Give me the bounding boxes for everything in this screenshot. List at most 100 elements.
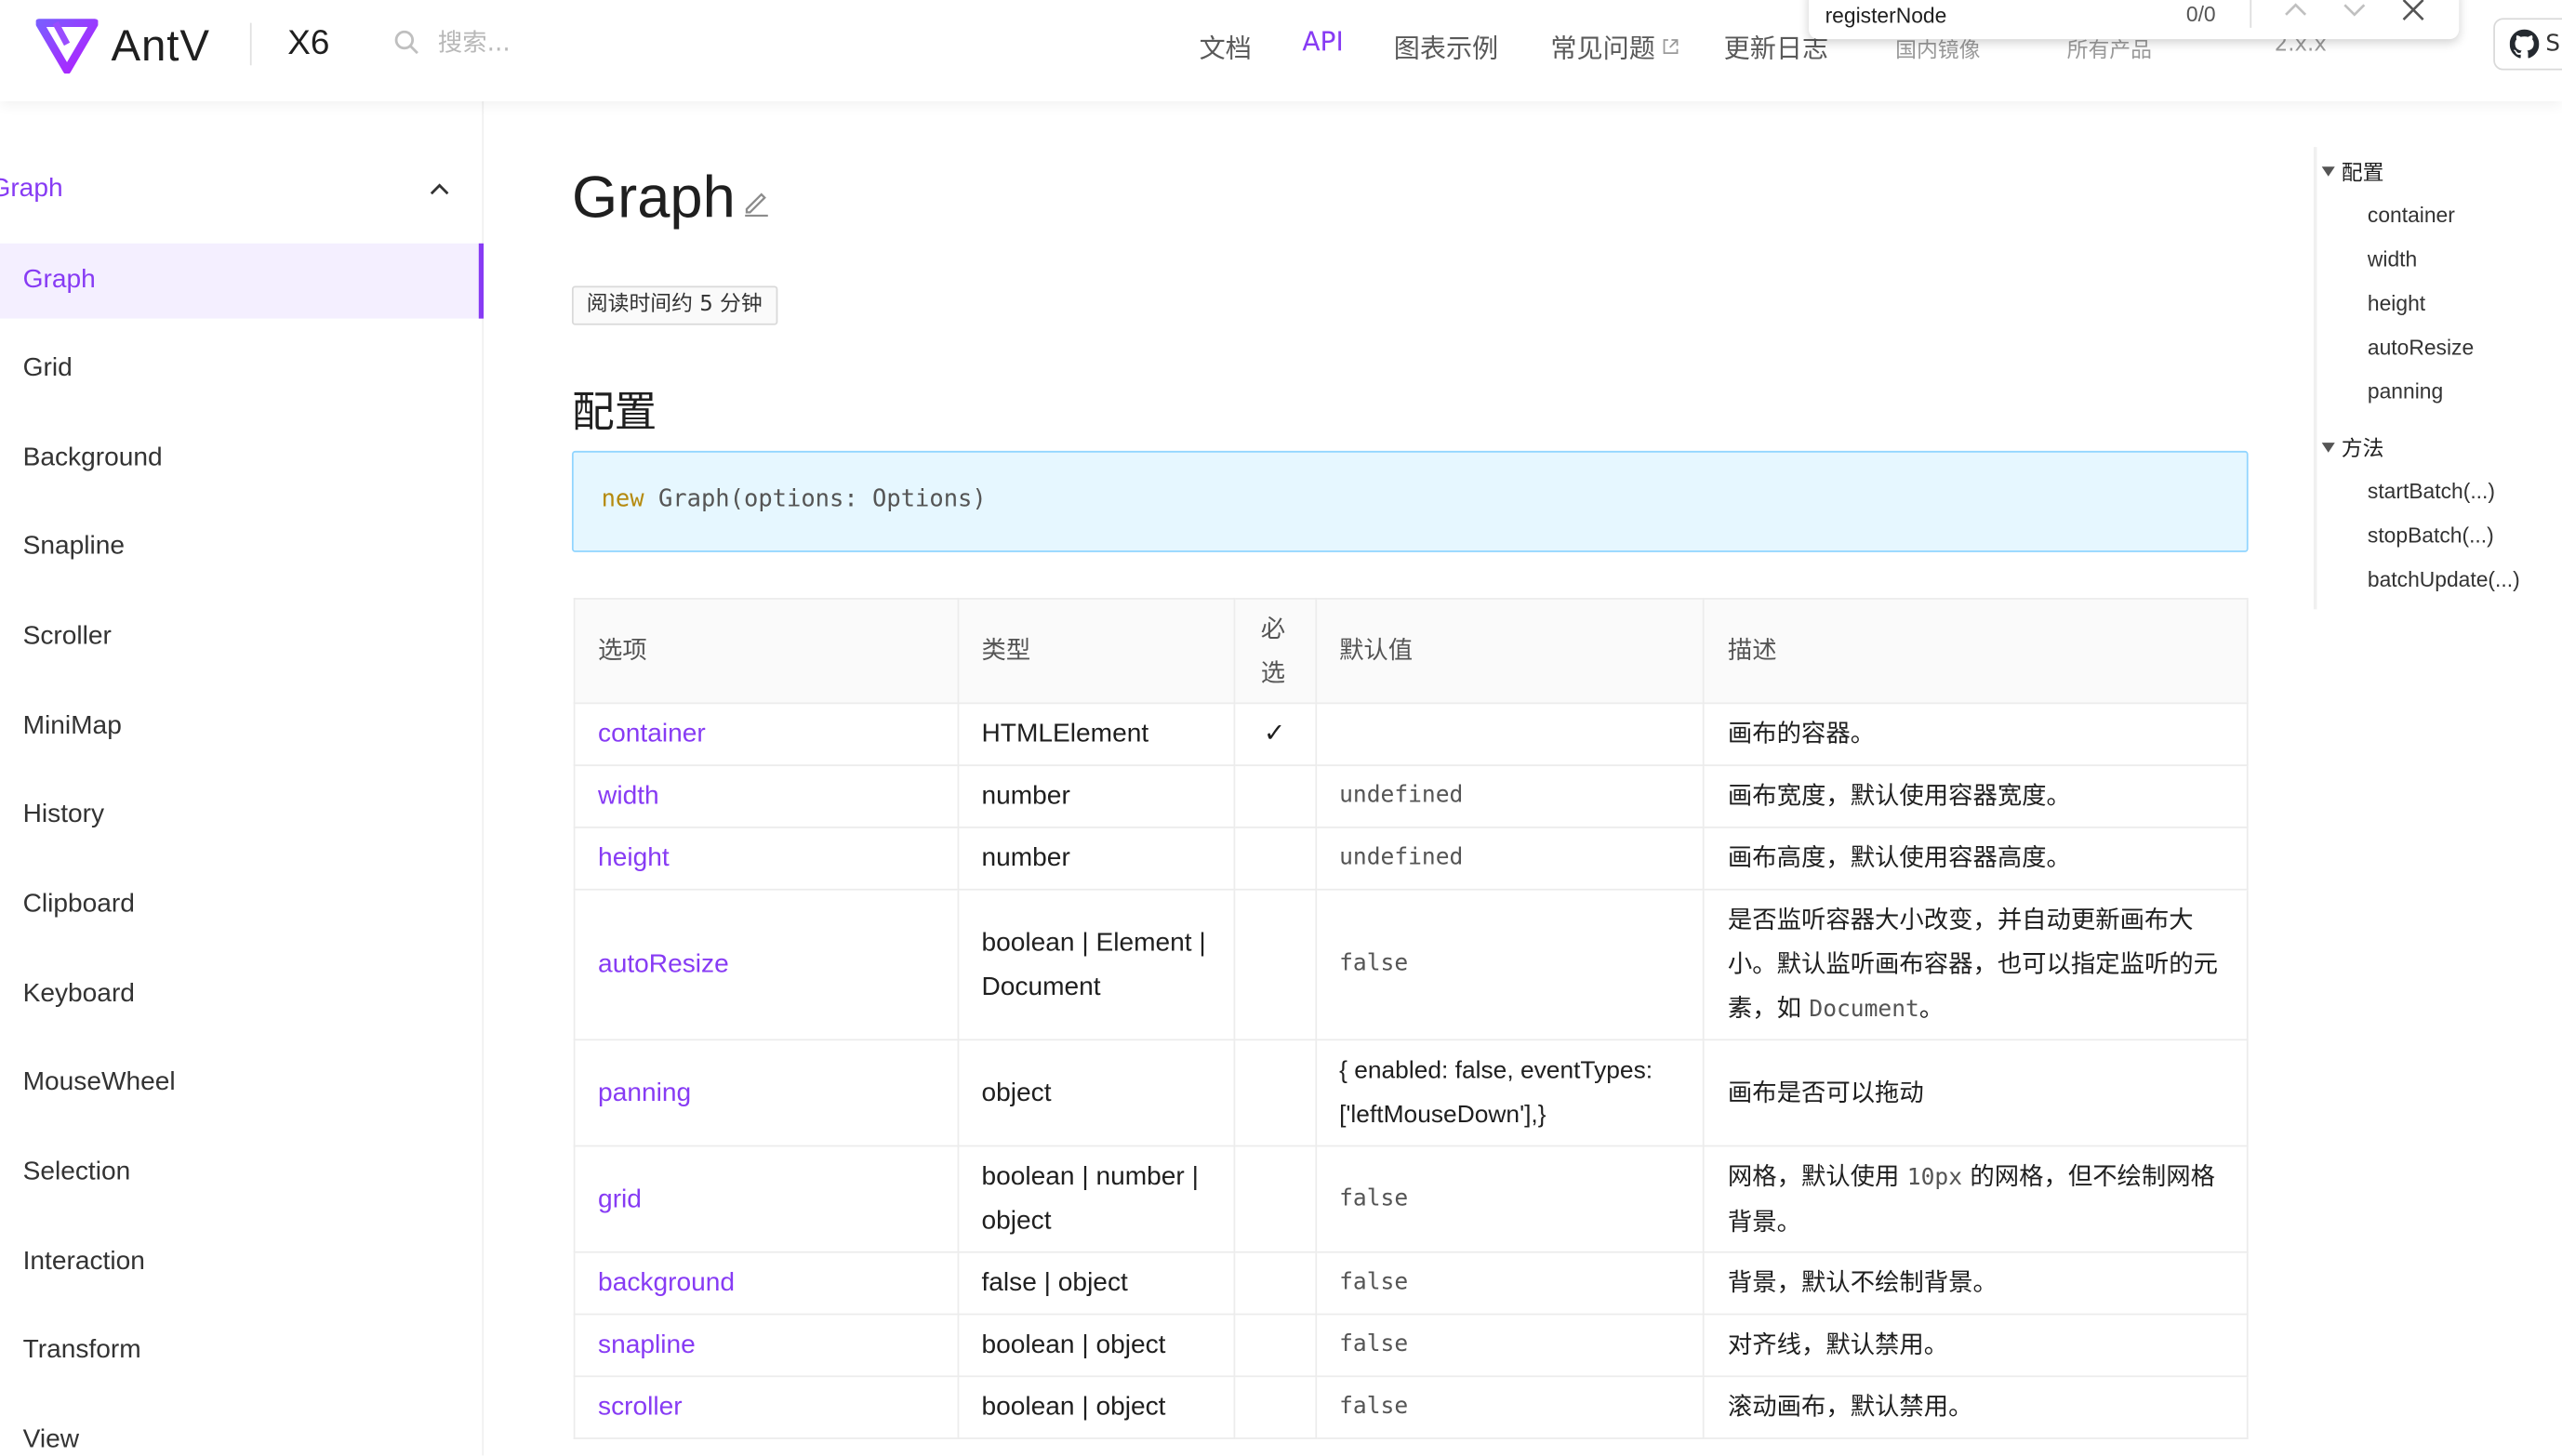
type-cell: false | object bbox=[957, 1251, 1235, 1316]
table-row: scroller boolean | object false 滚动画布，默认禁… bbox=[573, 1375, 2249, 1439]
reading-time-tag: 阅读时间约 5 分钟 bbox=[571, 285, 777, 325]
edit-icon[interactable] bbox=[742, 188, 772, 218]
toc-item-container[interactable]: container bbox=[2368, 203, 2455, 227]
sidebar-item-keyboard[interactable]: Keyboard bbox=[0, 958, 484, 1033]
toc-group-label: 配置 bbox=[2341, 161, 2384, 187]
toc-item-startbatch[interactable]: startBatch(...) bbox=[2368, 479, 2495, 503]
sidebar-item-scroller[interactable]: Scroller bbox=[0, 600, 484, 675]
sidebar-item-view[interactable]: View bbox=[0, 1403, 484, 1455]
default-cell: false bbox=[1314, 1375, 1706, 1439]
sidebar-item-transform[interactable]: Transform bbox=[0, 1314, 484, 1389]
required-cell bbox=[1232, 764, 1317, 828]
type-cell: boolean | object bbox=[957, 1313, 1235, 1378]
github-label: S bbox=[2545, 31, 2561, 58]
code-signature: Graph(options: Options) bbox=[644, 486, 987, 513]
required-cell bbox=[1232, 1375, 1317, 1439]
sidebar-item-clipboard[interactable]: Clipboard bbox=[0, 867, 484, 943]
description-text-end: 。 bbox=[1918, 992, 1945, 1023]
column-header-required: 必选 bbox=[1232, 598, 1317, 705]
option-link[interactable]: snapline bbox=[573, 1313, 959, 1378]
find-input[interactable] bbox=[1825, 0, 2152, 33]
description-cell: 对齐线，默认禁用。 bbox=[1703, 1313, 2249, 1378]
column-header-description: 描述 bbox=[1703, 598, 2249, 705]
option-link[interactable]: container bbox=[573, 702, 959, 767]
type-cell: boolean | object bbox=[957, 1375, 1235, 1439]
option-link[interactable]: scroller bbox=[573, 1375, 959, 1439]
option-link[interactable]: background bbox=[573, 1251, 959, 1316]
nav-faq-label: 常见问题 bbox=[1550, 33, 1655, 64]
type-cell: number bbox=[957, 827, 1235, 891]
sidebar-item-selection[interactable]: Selection bbox=[0, 1135, 484, 1211]
header-divider bbox=[249, 22, 252, 66]
default-cell bbox=[1314, 702, 1706, 767]
toc-group-methods[interactable]: 方法 bbox=[2320, 431, 2383, 462]
find-separator bbox=[2250, 0, 2252, 28]
sidebar-item-snapline[interactable]: Snapline bbox=[0, 510, 484, 585]
toc-group-config[interactable]: 配置 bbox=[2320, 155, 2384, 187]
type-cell: number bbox=[957, 764, 1235, 828]
option-link[interactable]: grid bbox=[573, 1145, 959, 1253]
required-cell bbox=[1232, 1251, 1317, 1316]
search-input[interactable] bbox=[437, 20, 765, 64]
sidebar-item-grid[interactable]: Grid bbox=[0, 332, 484, 407]
required-checkmark: ✓ bbox=[1232, 702, 1317, 767]
code-block: new Graph(options: Options) bbox=[571, 450, 2249, 552]
description-cell: 画布高度，默认使用容器高度。 bbox=[1703, 827, 2249, 891]
table-header-row: 选项 类型 必选 默认值 描述 bbox=[573, 598, 2249, 705]
nav-api[interactable]: API bbox=[1302, 26, 1343, 57]
sidebar-item-graph[interactable]: Graph bbox=[0, 243, 485, 319]
search-icon bbox=[394, 30, 418, 55]
logo-text: AntV bbox=[111, 20, 210, 70]
required-cell bbox=[1232, 1039, 1317, 1147]
column-header-type: 类型 bbox=[957, 598, 1235, 705]
default-cell: false bbox=[1314, 1313, 1706, 1378]
toc-item-height[interactable]: height bbox=[2368, 291, 2425, 315]
sidebar-item-interaction[interactable]: Interaction bbox=[0, 1225, 484, 1301]
option-link[interactable]: width bbox=[573, 764, 959, 828]
sidebar-item-mousewheel[interactable]: MouseWheel bbox=[0, 1045, 484, 1120]
find-previous-icon[interactable] bbox=[2283, 0, 2309, 23]
find-close-icon[interactable] bbox=[2400, 0, 2426, 23]
toc-item-width[interactable]: width bbox=[2368, 246, 2417, 271]
find-next-icon[interactable] bbox=[2342, 0, 2368, 23]
toc-item-autoresize[interactable]: autoResize bbox=[2368, 335, 2474, 359]
table-row: snapline boolean | object false 对齐线，默认禁用… bbox=[573, 1313, 2249, 1378]
toc-rail bbox=[2313, 147, 2317, 610]
table-row: background false | object false 背景，默认不绘制… bbox=[573, 1251, 2249, 1316]
options-table: 选项 类型 必选 默认值 描述 container HTMLElement ✓ … bbox=[573, 598, 2249, 1439]
sidebar-item-minimap[interactable]: MiniMap bbox=[0, 689, 484, 764]
sidebar-group-graph[interactable]: Graph bbox=[0, 175, 63, 205]
required-cell bbox=[1232, 1145, 1317, 1253]
option-link[interactable]: autoResize bbox=[573, 888, 959, 1041]
column-header-option: 选项 bbox=[573, 598, 959, 705]
nav-docs[interactable]: 文档 bbox=[1200, 26, 1252, 65]
find-match-count: 0/0 bbox=[2185, 1, 2216, 27]
antv-logo[interactable]: AntV bbox=[35, 18, 210, 74]
table-row: autoResize boolean | Element | Document … bbox=[573, 888, 2249, 1041]
product-name[interactable]: X6 bbox=[287, 24, 329, 63]
sidebar-item-history[interactable]: History bbox=[0, 777, 484, 853]
option-link[interactable]: height bbox=[573, 827, 959, 891]
external-link-icon bbox=[1663, 38, 1679, 54]
toc-item-stopbatch[interactable]: stopBatch(...) bbox=[2368, 523, 2494, 547]
nav-examples[interactable]: 图表示例 bbox=[1394, 26, 1498, 65]
type-cell: HTMLElement bbox=[957, 702, 1235, 767]
description-cell: 网格，默认使用 10px 的网格，但不绘制网格背景。 bbox=[1703, 1145, 2249, 1253]
sidebar-item-background[interactable]: Background bbox=[0, 421, 484, 496]
table-row: grid boolean | number | object false 网格，… bbox=[573, 1145, 2249, 1253]
chevron-up-icon[interactable] bbox=[428, 179, 451, 202]
default-cell: false bbox=[1314, 888, 1706, 1041]
github-icon bbox=[2509, 29, 2540, 59]
toc-item-panning[interactable]: panning bbox=[2368, 379, 2443, 404]
table-row: container HTMLElement ✓ 画布的容器。 bbox=[573, 702, 2249, 767]
toc-item-batchupdate[interactable]: batchUpdate(...) bbox=[2368, 567, 2520, 591]
inline-code: 10px bbox=[1906, 1163, 1963, 1190]
description-cell: 画布宽度，默认使用容器宽度。 bbox=[1703, 764, 2249, 828]
required-cell bbox=[1232, 1313, 1317, 1378]
required-cell bbox=[1232, 827, 1317, 891]
option-link[interactable]: panning bbox=[573, 1039, 959, 1147]
nav-faq[interactable]: 常见问题 bbox=[1550, 26, 1679, 65]
default-cell: undefined bbox=[1314, 764, 1706, 828]
column-header-default: 默认值 bbox=[1314, 598, 1706, 705]
github-button[interactable]: S bbox=[2493, 18, 2562, 71]
